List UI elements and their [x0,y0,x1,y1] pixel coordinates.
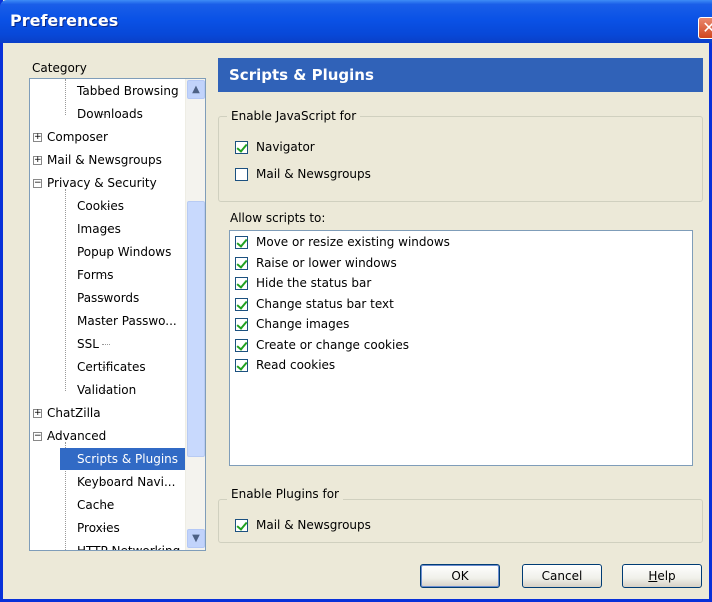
allow-item-label[interactable]: Change images [256,317,349,331]
mail-newsgroups-plugins-checkbox[interactable] [235,519,248,532]
tree-item[interactable]: + Mail & Newsgroups [30,149,180,171]
tree-item-label: Downloads [77,107,143,121]
allow-item-checkbox[interactable] [235,297,248,311]
close-icon[interactable]: ✕ [698,17,712,39]
tree-item-label: Validation [77,383,137,397]
expand-icon[interactable]: + [33,156,42,165]
allow-item-label[interactable]: Move or resize existing windows [256,235,450,249]
scroll-down-icon[interactable]: ▼ [187,529,205,548]
tree-item[interactable]: Passwords [66,287,184,309]
expand-icon[interactable]: + [33,409,42,418]
allow-item-label[interactable]: Change status bar text [256,297,394,311]
tree-item[interactable]: Images [66,218,184,240]
ok-button[interactable]: OK [420,564,500,588]
tree-item[interactable]: Master Passwo... [66,310,184,332]
tree-item-label: Advanced [47,429,107,443]
scroll-up-icon[interactable]: ▲ [187,80,205,99]
collapse-icon[interactable]: − [33,179,42,188]
tree-item[interactable]: − Privacy & Security [30,172,180,194]
tree-connector [102,344,110,345]
allow-item-label[interactable]: Read cookies [256,358,335,372]
tree-item[interactable]: Keyboard Navi... [66,471,184,493]
expand-icon[interactable]: + [33,133,42,142]
allow-item-label[interactable]: Raise or lower windows [256,256,397,270]
mail-newsgroups-js-checkbox[interactable] [235,168,248,181]
tree-item[interactable]: + ChatZilla [30,402,180,424]
tree-item-label: Passwords [77,291,140,305]
tree-item-label: ChatZilla [47,406,101,420]
tree-item-label: Master Passwo... [77,314,177,328]
tree-item[interactable]: − Advanced [30,425,180,447]
tree-item[interactable]: Cookies [66,195,184,217]
tree-item-label: Mail & Newsgroups [47,153,162,167]
tree-item-label: Scripts & Plugins [77,452,179,466]
title-bar[interactable]: Preferences ✕ [0,0,712,43]
tree-item[interactable]: Forms [66,264,184,286]
allow-item-checkbox[interactable] [235,359,248,372]
tree-item[interactable]: Validation [66,379,184,401]
tree-item[interactable]: Proxies [66,517,184,539]
panel-title: Scripts & Plugins [218,58,703,92]
navigator-label[interactable]: Navigator [256,140,315,154]
help-button[interactable]: Help [622,564,702,588]
tree-item[interactable]: SSL [66,333,184,355]
mail-newsgroups-js-label[interactable]: Mail & Newsgroups [256,167,371,181]
tree-item[interactable]: Tabbed Browsing [66,80,184,102]
allow-item-checkbox[interactable] [235,338,248,352]
category-tree[interactable]: HTTP Networking Proxies Cache Keyboard Navi… [29,78,206,551]
tree-item[interactable]: Cache [66,494,184,516]
scroll-thumb[interactable] [187,201,205,457]
allow-item-checkbox[interactable] [235,277,248,290]
tree-item-label: Cookies [77,199,124,213]
allow-item-checkbox[interactable] [235,236,248,249]
javascript-group-legend: Enable JavaScript for [227,109,361,123]
allow-scripts-list[interactable]: Move or resize existing windows Raise or … [229,230,693,466]
allow-scripts-label: Allow scripts to: [230,211,326,225]
navigator-checkbox[interactable] [235,141,248,154]
tree-item-label: HTTP Networking [77,544,181,551]
window-title: Preferences [10,11,119,30]
help-label-rest: elp [657,569,676,583]
allow-item-checkbox[interactable] [235,256,248,270]
collapse-icon[interactable]: − [33,432,42,441]
tree-item[interactable]: Popup Windows [66,241,184,263]
allow-item-label[interactable]: Hide the status bar [256,276,371,290]
help-accesskey: H [648,569,658,583]
tree-item[interactable]: Scripts & Plugins [60,448,186,470]
allow-item-checkbox[interactable] [235,318,248,331]
tree-scrollbar[interactable]: ▲ ▼ [185,79,205,550]
tree-item-label: Keyboard Navi... [77,475,176,489]
tree-item-label: Composer [47,130,108,144]
tree-item-label: SSL [77,337,99,351]
tree-item[interactable]: HTTP Networking [66,540,184,551]
tree-item-label: Privacy & Security [47,176,157,190]
cancel-button[interactable]: Cancel [522,564,602,588]
tree-item-label: Certificates [77,360,146,374]
category-label: Category [32,61,87,75]
tree-item-label: Images [77,222,121,236]
tree-item-label: Proxies [77,521,120,535]
mail-newsgroups-plugins-label[interactable]: Mail & Newsgroups [256,518,371,532]
tree-item[interactable]: + Composer [30,126,180,148]
tree-item-label: Cache [77,498,115,512]
plugins-group-legend: Enable Plugins for [227,487,343,501]
javascript-group [218,116,703,202]
tree-item-label: Tabbed Browsing [77,84,179,98]
tree-item-label: Popup Windows [77,245,172,259]
tree-item[interactable]: Downloads [66,103,184,125]
allow-item-label[interactable]: Create or change cookies [256,338,409,352]
tree-item[interactable]: Certificates [66,356,184,378]
tree-item-label: Forms [77,268,114,282]
